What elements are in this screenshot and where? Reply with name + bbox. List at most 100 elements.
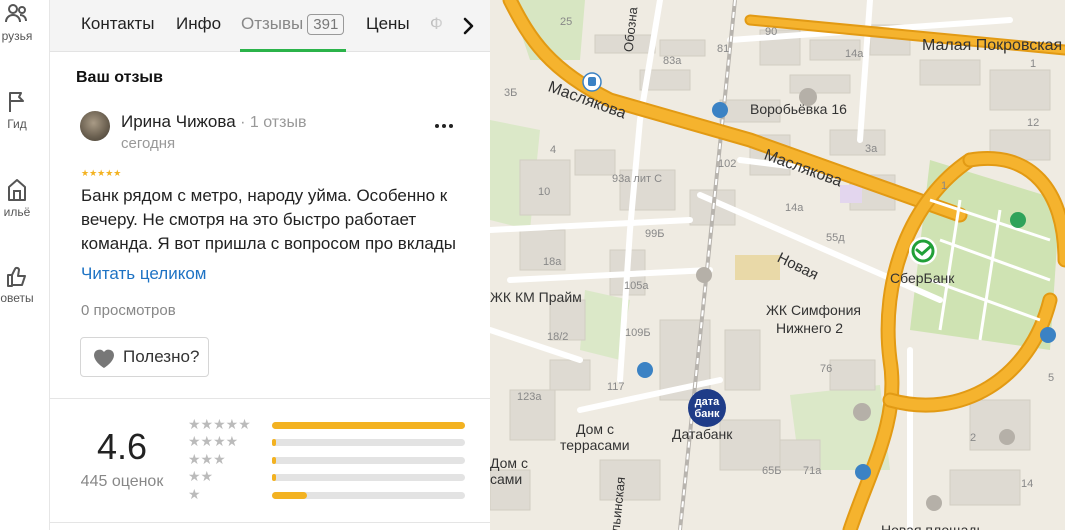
review-text-line: команда. Я вот пришла с вопросом про вкл… — [81, 234, 456, 253]
thumbs-up-icon — [7, 266, 26, 287]
rating-dist-row-4: ★★★★ — [188, 434, 468, 448]
sberbank-label[interactable]: СберБанк — [890, 270, 954, 286]
building-highlight — [840, 185, 862, 203]
house-number: 18а — [543, 256, 562, 268]
rating-dist-row-2: ★★ — [188, 468, 468, 484]
house-number: 55д — [826, 232, 845, 244]
left-rail: рузья Гид ильё оветы — [0, 0, 50, 530]
rail-item-friends[interactable]: рузья — [0, 2, 49, 62]
more-dots-icon — [435, 124, 453, 128]
dist-stars: ★★ — [188, 468, 214, 484]
house-number: 90 — [765, 26, 778, 38]
house-number: 102 — [718, 158, 737, 170]
dist-track — [272, 457, 465, 464]
heart-icon — [94, 349, 114, 368]
house-number: 81 — [717, 43, 730, 55]
tab-reviews[interactable]: Отзывы 391 — [241, 14, 345, 35]
databank-label[interactable]: Датабанк — [672, 426, 732, 442]
rail-label-friends: рузья — [1, 29, 33, 43]
tab-info[interactable]: Инфо — [176, 14, 221, 34]
poi-label[interactable]: Дом с — [490, 455, 528, 471]
tab-active-underline — [240, 49, 346, 52]
house-number: 83а — [663, 55, 682, 67]
rail-item-guide[interactable]: Гид — [0, 90, 49, 150]
sberbank-pin[interactable] — [908, 236, 938, 266]
flag-icon — [9, 92, 24, 112]
review-date: сегодня — [121, 135, 176, 152]
section-title: Ваш отзыв — [76, 69, 163, 86]
app-root: рузья Гид ильё оветы Контакты Инфо Отзыв… — [0, 0, 1065, 530]
dist-fill — [272, 492, 307, 499]
tab-reviews-badge: 391 — [307, 14, 345, 35]
databank-logo-line: дата — [694, 396, 720, 408]
dist-fill — [272, 422, 465, 429]
house-icon — [8, 179, 26, 201]
helpful-label: Полезно? — [123, 347, 200, 366]
dist-stars: ★ — [188, 486, 201, 502]
house-number: 5 — [1048, 372, 1055, 384]
poi-label[interactable]: террасами — [560, 437, 630, 453]
author-review-count: · 1 отзыв — [235, 114, 307, 131]
review-more-button[interactable] — [430, 114, 458, 136]
house-number: 25 — [560, 16, 573, 28]
helpful-button[interactable]: Полезно? — [80, 337, 209, 377]
rail-item-housing[interactable]: ильё — [0, 176, 49, 236]
poi-label[interactable]: Дом с — [576, 421, 614, 437]
house-number: 3а — [865, 143, 878, 155]
rail-label-tips: оветы — [0, 291, 34, 305]
sand-area — [735, 255, 780, 280]
house-number: 4 — [550, 144, 557, 156]
rating-dist-row-1: ★ — [188, 486, 468, 502]
house-number: 1 — [941, 180, 948, 192]
dist-track — [272, 492, 465, 499]
divider — [50, 398, 490, 399]
house-number: 109Б — [625, 327, 651, 339]
divider — [50, 522, 490, 523]
avatar[interactable] — [80, 111, 110, 141]
house-number: 10 — [538, 186, 551, 198]
tab-bar: Контакты Инфо Отзывы391 Цены Ф — [50, 0, 490, 52]
dist-track — [272, 439, 465, 446]
databank-pin[interactable]: дата банк — [688, 389, 726, 427]
review-stars: ★★★★★ — [81, 168, 122, 178]
dist-fill — [272, 439, 276, 446]
house-number: 76 — [820, 363, 833, 375]
poi-label[interactable]: ЖК КМ Прайм — [490, 289, 582, 305]
poi-label[interactable]: Новая площадь — [881, 522, 984, 530]
rating-dist-row-5: ★★★★★ — [188, 417, 468, 431]
street-label: Малая Покровская — [922, 37, 1063, 54]
databank-logo-line: банк — [694, 408, 720, 420]
poi-label[interactable]: Нижнего 2 — [776, 320, 843, 336]
review-author[interactable]: Ирина Чижова · 1 отзыв — [121, 112, 306, 132]
review-text: Банк рядом с метро, народу уйма. Особенн… — [81, 184, 466, 256]
house-number: 12 — [1027, 117, 1040, 129]
sberbank-logo-icon — [909, 237, 937, 265]
author-name[interactable]: Ирина Чижова — [121, 112, 236, 131]
chevron-right-icon — [463, 17, 474, 35]
tab-contacts[interactable]: Контакты — [81, 14, 154, 34]
tab-reviews-label: Отзывы — [241, 14, 304, 33]
review-text-line: Банк рядом с метро, народу уйма. Особенн… — [81, 186, 448, 205]
house-number: 14 — [1021, 478, 1034, 490]
house-number: 2 — [970, 432, 977, 444]
poi-label[interactable]: ЖК Симфония — [766, 302, 861, 318]
rail-label-guide: Гид — [7, 117, 27, 131]
read-more-link[interactable]: Читать целиком — [81, 264, 207, 284]
house-number: 14а — [785, 202, 804, 214]
review-views: 0 просмотров — [81, 302, 176, 319]
house-number: 65Б — [762, 465, 782, 477]
dist-stars: ★★★ — [188, 451, 226, 467]
map-view[interactable]: Малая Покровская Маслякова Маслякова Нов… — [490, 0, 1065, 530]
house-number: 18/2 — [547, 331, 569, 343]
house-number: 14а — [845, 48, 864, 60]
house-number: 99Б — [645, 228, 665, 240]
poi-label[interactable]: сами — [490, 471, 522, 487]
dist-track — [272, 422, 465, 429]
tabs-next-button[interactable] — [454, 12, 482, 40]
tab-prices[interactable]: Цены — [366, 14, 410, 34]
rating-count: 445 оценок — [80, 473, 164, 490]
house-number: 3Б — [504, 87, 518, 99]
rail-item-tips[interactable]: оветы — [0, 264, 49, 324]
park-marker-icon[interactable] — [1010, 212, 1026, 228]
poi-label[interactable]: Воробьёвка 16 — [750, 101, 847, 117]
